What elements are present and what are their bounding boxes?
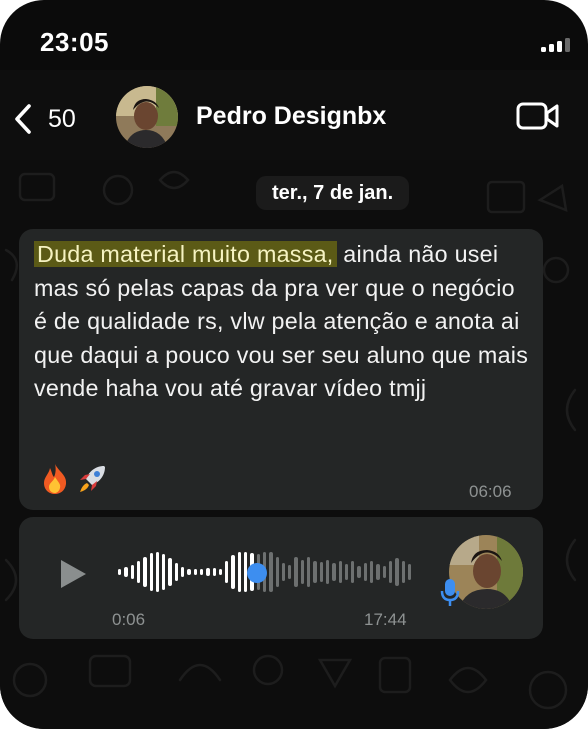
contact-avatar[interactable] [116,86,178,148]
waveform-bar [313,561,317,583]
waveform-bar [162,554,166,590]
waveform-bar [332,563,336,581]
waveform-bar [319,562,323,582]
emoji-row [40,463,108,495]
voice-time: 17:44 [364,610,407,629]
waveform-bar [225,561,229,583]
voice-sender-avatar [449,535,523,609]
waveform-bar [401,561,405,583]
waveform-bar [168,558,172,586]
waveform-bar [288,565,292,579]
waveform-bar [300,560,305,584]
waveform-bar [187,569,191,575]
video-call-button[interactable] [516,101,560,131]
waveform-bar [395,558,399,586]
waveform-bar [344,564,349,580]
waveform-bar [174,563,179,581]
waveform-bar [237,552,242,592]
waveform-bar [338,561,342,583]
video-call-icon [516,102,559,130]
waveform-bar [143,557,147,587]
waveform[interactable] [118,550,418,594]
waveform-bar [212,568,216,576]
waveform-bar [181,567,185,577]
waveform-bar [149,553,153,591]
status-time: 23:05 [40,27,109,57]
waveform-bar [218,569,223,575]
waveform-bar [281,563,286,581]
waveform-bar [275,557,279,587]
microphone-icon [440,579,460,606]
chevron-left-icon [15,104,31,134]
waveform-bar [206,568,210,576]
fire-icon [44,464,67,494]
highlighted-text: Duda material muito massa, [34,241,337,267]
waveform-bar [351,561,355,583]
waveform-bar [294,557,298,587]
waveform-bar [231,555,235,589]
message-time: 06:06 [469,482,512,501]
waveform-bar [407,564,412,580]
waveform-bar [124,567,128,577]
phone-screen: 23:05 50 Pedro Designbx ter., 7 de jan. … [0,0,588,729]
message-text: Duda material muito massa, ainda não use… [34,238,530,406]
date-separator: ter., 7 de jan. [256,176,410,210]
back-button[interactable]: 50 [12,102,92,136]
voice-elapsed: 0:06 [112,610,146,629]
contact-name[interactable]: Pedro Designbx [196,102,386,131]
waveform-bar [388,561,393,583]
waveform-bar [136,561,141,583]
waveform-bar [269,552,273,592]
waveform-bar [370,561,374,583]
waveform-bar [325,560,330,584]
waveform-bar [118,569,122,575]
playback-scrubber[interactable] [246,563,267,583]
waveform-bar [382,566,386,578]
waveform-bar [307,557,311,587]
unread-count: 50 [48,104,76,133]
rocket-icon [80,466,105,492]
waveform-bar [357,566,361,578]
waveform-bar [130,565,134,579]
signal-icon [541,36,571,52]
waveform-bar [193,569,197,575]
waveform-bar [199,569,204,575]
waveform-bar [155,552,160,592]
waveform-bar [363,563,368,581]
waveform-bar [376,564,380,580]
play-icon[interactable] [58,558,88,590]
